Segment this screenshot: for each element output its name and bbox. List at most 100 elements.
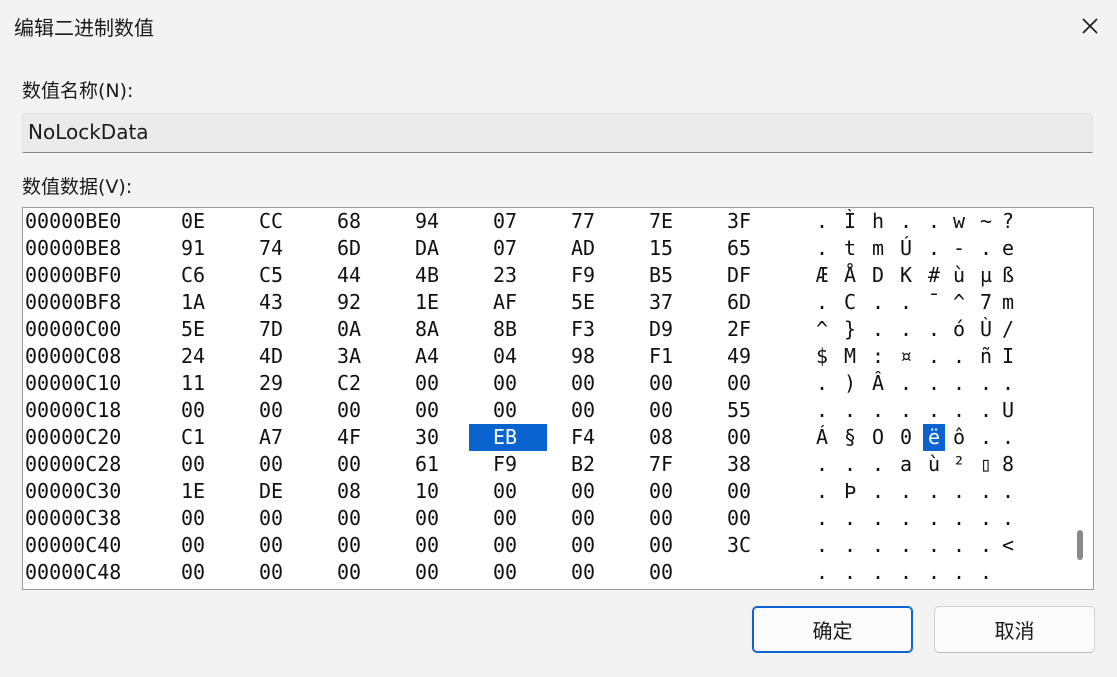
- ascii-char[interactable]: .: [867, 478, 889, 505]
- ascii-char[interactable]: C: [839, 289, 861, 316]
- hex-byte[interactable]: 00: [181, 505, 205, 532]
- ascii-char[interactable]: m: [997, 289, 1019, 316]
- hex-byte[interactable]: 00: [649, 370, 673, 397]
- ascii-char[interactable]: .: [867, 532, 889, 559]
- hex-byte[interactable]: 11: [181, 370, 205, 397]
- hex-byte[interactable]: 00: [727, 505, 751, 532]
- hex-byte[interactable]: 00: [727, 370, 751, 397]
- hex-byte[interactable]: 08: [337, 478, 361, 505]
- ascii-char[interactable]: .: [975, 370, 997, 397]
- hex-byte[interactable]: 10: [415, 478, 439, 505]
- ascii-char[interactable]: O: [867, 424, 889, 451]
- ascii-char[interactable]: ß: [997, 262, 1019, 289]
- ascii-char[interactable]: ~: [975, 208, 997, 235]
- hex-byte[interactable]: F1: [649, 343, 673, 370]
- hex-byte[interactable]: 7D: [259, 316, 283, 343]
- ascii-char[interactable]: .: [895, 289, 917, 316]
- ascii-char[interactable]: .: [975, 424, 997, 451]
- ascii-char[interactable]: Ù: [975, 316, 997, 343]
- hex-byte[interactable]: 00: [649, 397, 673, 424]
- hex-byte[interactable]: 3A: [337, 343, 361, 370]
- ascii-char[interactable]: 8: [997, 451, 1019, 478]
- ascii-char[interactable]: m: [867, 235, 889, 262]
- hex-byte[interactable]: 00: [415, 559, 439, 586]
- hex-byte[interactable]: 00: [259, 532, 283, 559]
- hex-byte[interactable]: B2: [571, 451, 595, 478]
- hex-byte[interactable]: 24: [181, 343, 205, 370]
- hex-byte[interactable]: 00: [727, 478, 751, 505]
- hex-byte[interactable]: 00: [337, 451, 361, 478]
- hex-byte[interactable]: 65: [727, 235, 751, 262]
- hex-byte[interactable]: 00: [415, 505, 439, 532]
- ascii-char[interactable]: .: [839, 397, 861, 424]
- hex-byte[interactable]: 7E: [649, 208, 673, 235]
- hex-byte[interactable]: 00: [337, 559, 361, 586]
- hex-byte[interactable]: 0A: [337, 316, 361, 343]
- hex-byte[interactable]: C6: [181, 262, 205, 289]
- ascii-char[interactable]: .: [948, 343, 970, 370]
- hex-byte[interactable]: 00: [415, 397, 439, 424]
- hex-byte[interactable]: 2F: [727, 316, 751, 343]
- ascii-char[interactable]: U: [997, 397, 1019, 424]
- ascii-char[interactable]: .: [867, 559, 889, 586]
- hex-byte[interactable]: 00: [571, 559, 595, 586]
- hex-byte[interactable]: 0E: [181, 208, 205, 235]
- hex-byte[interactable]: 3F: [727, 208, 751, 235]
- ascii-char[interactable]: .: [948, 559, 970, 586]
- ascii-char[interactable]: ù: [923, 451, 945, 478]
- hex-byte[interactable]: 00: [571, 397, 595, 424]
- ascii-char[interactable]: .: [923, 559, 945, 586]
- hex-byte[interactable]: 00: [493, 370, 517, 397]
- hex-byte[interactable]: 1A: [181, 289, 205, 316]
- hex-byte[interactable]: 00: [493, 505, 517, 532]
- hex-byte[interactable]: F3: [571, 316, 595, 343]
- ascii-char[interactable]: .: [867, 505, 889, 532]
- hex-byte[interactable]: 8A: [415, 316, 439, 343]
- hex-editor[interactable]: 00000BE0 0E CC 68 94 07 77 7E 3F. Ìh.. w ~? 00000BE8…: [22, 207, 1094, 590]
- hex-byte[interactable]: 00: [493, 559, 517, 586]
- ok-button[interactable]: 确定: [752, 606, 913, 653]
- ascii-char[interactable]: ë: [923, 424, 945, 451]
- hex-byte[interactable]: 29: [259, 370, 283, 397]
- ascii-char[interactable]: I: [997, 343, 1019, 370]
- hex-byte[interactable]: 1E: [181, 478, 205, 505]
- ascii-char[interactable]: .: [895, 505, 917, 532]
- hex-byte[interactable]: 4D: [259, 343, 283, 370]
- hex-byte[interactable]: 37: [649, 289, 673, 316]
- hex-byte[interactable]: 00: [181, 451, 205, 478]
- ascii-char[interactable]: .: [867, 316, 889, 343]
- hex-byte[interactable]: 3C: [727, 532, 751, 559]
- hex-byte[interactable]: 38: [727, 451, 751, 478]
- ascii-char[interactable]: }: [839, 316, 861, 343]
- hex-byte[interactable]: 23: [493, 262, 517, 289]
- ascii-char[interactable]: .: [839, 451, 861, 478]
- ascii-char[interactable]: -: [948, 235, 970, 262]
- cancel-button[interactable]: 取消: [934, 606, 1095, 653]
- ascii-char[interactable]: Á: [811, 424, 833, 451]
- ascii-char[interactable]: .: [923, 316, 945, 343]
- ascii-char[interactable]: .: [839, 559, 861, 586]
- ascii-char[interactable]: .: [923, 505, 945, 532]
- ascii-char[interactable]: .: [895, 370, 917, 397]
- ascii-char[interactable]: .: [811, 289, 833, 316]
- hex-byte[interactable]: 00: [571, 478, 595, 505]
- hex-byte[interactable]: 94: [415, 208, 439, 235]
- ascii-char[interactable]: .: [811, 451, 833, 478]
- ascii-char[interactable]: .: [948, 532, 970, 559]
- hex-byte[interactable]: A7: [259, 424, 283, 451]
- ascii-char[interactable]: .: [923, 235, 945, 262]
- ascii-char[interactable]: .: [975, 235, 997, 262]
- ascii-char[interactable]: $: [811, 343, 833, 370]
- hex-byte[interactable]: 00: [337, 397, 361, 424]
- ascii-char[interactable]: ^: [811, 316, 833, 343]
- ascii-char[interactable]: .: [895, 208, 917, 235]
- ascii-char[interactable]: :: [867, 343, 889, 370]
- hex-byte[interactable]: EB: [469, 424, 547, 451]
- ascii-char[interactable]: .: [997, 370, 1019, 397]
- hex-byte[interactable]: 00: [571, 370, 595, 397]
- hex-byte[interactable]: AD: [571, 235, 595, 262]
- ascii-char[interactable]: .: [867, 451, 889, 478]
- ascii-char[interactable]: .: [895, 478, 917, 505]
- ascii-char[interactable]: .: [975, 532, 997, 559]
- ascii-char[interactable]: .: [895, 316, 917, 343]
